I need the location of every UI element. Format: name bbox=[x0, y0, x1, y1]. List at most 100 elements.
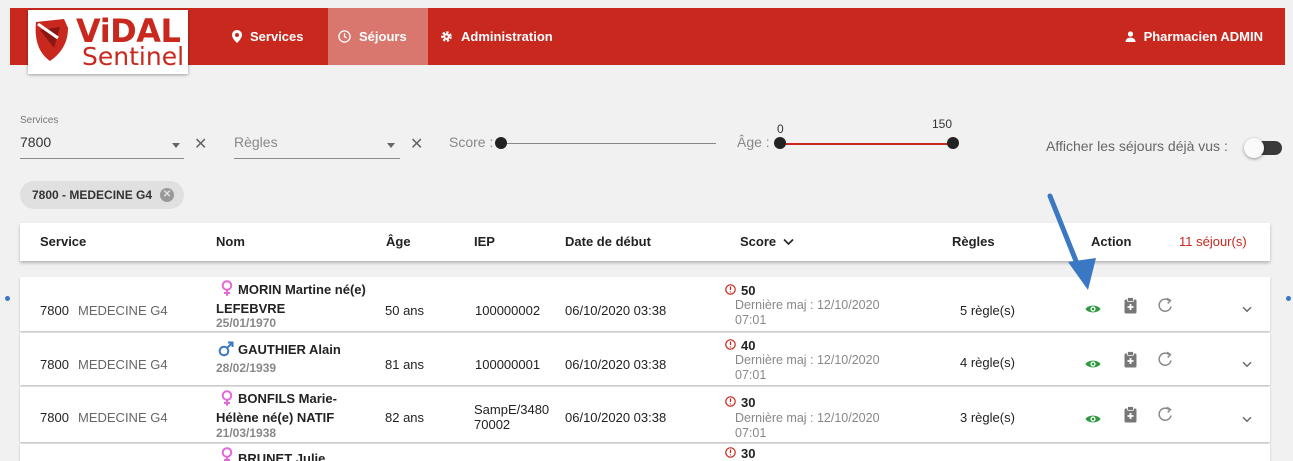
row-patient-name: BONFILS Marie- bbox=[238, 391, 337, 406]
row-service-name: MEDECINE G4 bbox=[78, 410, 168, 425]
row-service-name: MEDECINE G4 bbox=[78, 357, 168, 372]
row-score: 40 bbox=[741, 338, 756, 353]
chip-remove-icon[interactable]: ✕ bbox=[160, 188, 175, 202]
row-rule-count[interactable]: 3 règle(s) bbox=[960, 410, 1015, 425]
services-dropdown-caret-icon[interactable] bbox=[172, 143, 180, 148]
nav-services[interactable]: Services bbox=[222, 8, 314, 65]
row-patient-name-line2: LEFEBVRE bbox=[216, 301, 286, 316]
row-rule-count[interactable]: 5 règle(s) bbox=[960, 303, 1015, 318]
eye-icon[interactable] bbox=[1085, 413, 1101, 425]
refresh-icon[interactable] bbox=[1158, 351, 1174, 368]
regles-filter-input[interactable]: Règles bbox=[234, 134, 278, 150]
services-filter-value[interactable]: 7800 bbox=[20, 134, 51, 150]
clock-icon bbox=[338, 30, 351, 43]
nav-sejours-label: Séjours bbox=[359, 29, 407, 44]
services-clear-icon[interactable]: ✕ bbox=[194, 134, 207, 154]
column-date[interactable]: Date de début bbox=[565, 223, 651, 261]
row-iep: 100000001 bbox=[475, 357, 541, 372]
row-rule-count[interactable]: 4 règle(s) bbox=[960, 355, 1015, 370]
table-row[interactable]: 7800 MEDECINE G4 BONFILS Marie- Hélène n… bbox=[20, 387, 1270, 442]
column-service[interactable]: Service bbox=[40, 223, 86, 261]
column-score-label: Score bbox=[740, 234, 777, 249]
service-chip-label: 7800 - MEDECINE G4 bbox=[32, 188, 153, 202]
vidal-sentinel-logo[interactable]: ViDAL Sentinel bbox=[28, 10, 188, 74]
location-pin-icon bbox=[232, 30, 242, 43]
score-slider-handle[interactable] bbox=[495, 137, 507, 149]
row-iep-line2: 70002 bbox=[474, 417, 511, 432]
nav-sejours[interactable]: Séjours bbox=[328, 8, 428, 65]
score-slider-track[interactable] bbox=[500, 143, 716, 144]
user-name: Pharmacien ADMIN bbox=[1143, 29, 1263, 44]
show-seen-toggle-label: Afficher les séjours déjà vus : bbox=[1046, 138, 1228, 154]
column-iep[interactable]: IEP bbox=[474, 223, 495, 261]
regles-filter-underline bbox=[234, 158, 400, 159]
female-icon bbox=[221, 390, 233, 406]
row-service-name: MEDECINE G4 bbox=[78, 303, 168, 318]
user-menu[interactable]: Pharmacien ADMIN bbox=[1115, 8, 1273, 65]
row-birthdate: 25/01/1970 bbox=[216, 316, 277, 330]
clipboard-medical-icon[interactable] bbox=[1124, 351, 1137, 368]
table-row[interactable]: BRUNET Julie 30 bbox=[20, 444, 1270, 461]
edge-indicator-left bbox=[5, 296, 10, 301]
row-service-code: 7800 bbox=[40, 303, 69, 318]
row-birthdate: 21/03/1938 bbox=[216, 426, 277, 440]
row-patient-name: GAUTHIER Alain bbox=[238, 342, 341, 357]
female-icon bbox=[221, 447, 233, 461]
top-navigation-bar: Services Séjours Administration Pharmaci… bbox=[10, 8, 1285, 65]
row-patient-name: MORIN Martine né(e) bbox=[238, 282, 366, 297]
row-score: 50 bbox=[741, 283, 756, 298]
alert-circle-icon bbox=[725, 396, 736, 407]
row-start-date: 06/10/2020 03:38 bbox=[565, 410, 667, 425]
service-chip: 7800 - MEDECINE G4 ✕ bbox=[20, 181, 185, 209]
row-last-update: Dernière maj : 12/10/2020 bbox=[735, 298, 880, 312]
nav-administration-label: Administration bbox=[461, 29, 553, 44]
clipboard-medical-icon[interactable] bbox=[1124, 297, 1137, 314]
row-last-update: Dernière maj : 12/10/2020 bbox=[735, 411, 880, 425]
female-icon bbox=[221, 280, 233, 296]
row-iep: SampE/3480 bbox=[474, 402, 550, 417]
column-age[interactable]: Âge bbox=[386, 223, 411, 261]
refresh-icon[interactable] bbox=[1158, 406, 1174, 423]
regles-dropdown-caret-icon[interactable] bbox=[387, 143, 395, 148]
row-score: 30 bbox=[741, 446, 756, 461]
alert-circle-icon bbox=[725, 339, 736, 350]
expand-chevron-icon[interactable] bbox=[1242, 306, 1252, 313]
regles-clear-icon[interactable]: ✕ bbox=[410, 134, 423, 154]
row-last-update: Dernière maj : 12/10/2020 bbox=[735, 353, 880, 367]
age-slider-label: Âge : bbox=[737, 134, 770, 150]
age-slider-max-handle[interactable] bbox=[947, 137, 959, 149]
edge-indicator-right bbox=[1286, 296, 1291, 301]
column-nom[interactable]: Nom bbox=[216, 223, 245, 261]
row-start-date: 06/10/2020 03:38 bbox=[565, 303, 667, 318]
row-patient-name: BRUNET Julie bbox=[238, 451, 326, 461]
alert-circle-icon bbox=[725, 284, 736, 295]
age-min-value: 0 bbox=[777, 122, 784, 136]
show-seen-toggle[interactable] bbox=[1244, 138, 1282, 158]
row-birthdate: 28/02/1939 bbox=[216, 361, 277, 375]
refresh-icon[interactable] bbox=[1158, 297, 1174, 314]
age-max-value: 150 bbox=[932, 117, 953, 131]
row-iep: 100000002 bbox=[475, 303, 541, 318]
row-last-update-time: 07:01 bbox=[735, 426, 767, 440]
expand-chevron-icon[interactable] bbox=[1242, 416, 1252, 423]
row-score: 30 bbox=[741, 395, 756, 410]
eye-icon[interactable] bbox=[1085, 303, 1101, 315]
column-regles[interactable]: Règles bbox=[952, 223, 995, 261]
sejour-count: 11 séjour(s) bbox=[1179, 234, 1247, 249]
gear-icon bbox=[441, 31, 452, 42]
male-icon bbox=[218, 341, 234, 357]
row-last-update-time: 07:01 bbox=[735, 313, 767, 327]
age-slider-track[interactable] bbox=[780, 143, 954, 145]
nav-administration[interactable]: Administration bbox=[430, 8, 563, 65]
age-slider-min-handle[interactable] bbox=[774, 137, 786, 149]
expand-chevron-icon[interactable] bbox=[1242, 361, 1252, 368]
eye-icon[interactable] bbox=[1085, 358, 1101, 370]
table-row[interactable]: 7800 MEDECINE G4 GAUTHIER Alain 28/02/19… bbox=[20, 333, 1270, 385]
alert-circle-icon bbox=[725, 447, 736, 458]
row-service-code: 7800 bbox=[40, 410, 69, 425]
column-score[interactable]: Score bbox=[740, 223, 794, 261]
row-last-update-time: 07:01 bbox=[735, 368, 767, 382]
clipboard-medical-icon[interactable] bbox=[1124, 406, 1137, 423]
row-service-code: 7800 bbox=[40, 357, 69, 372]
row-age: 81 ans bbox=[385, 357, 425, 372]
